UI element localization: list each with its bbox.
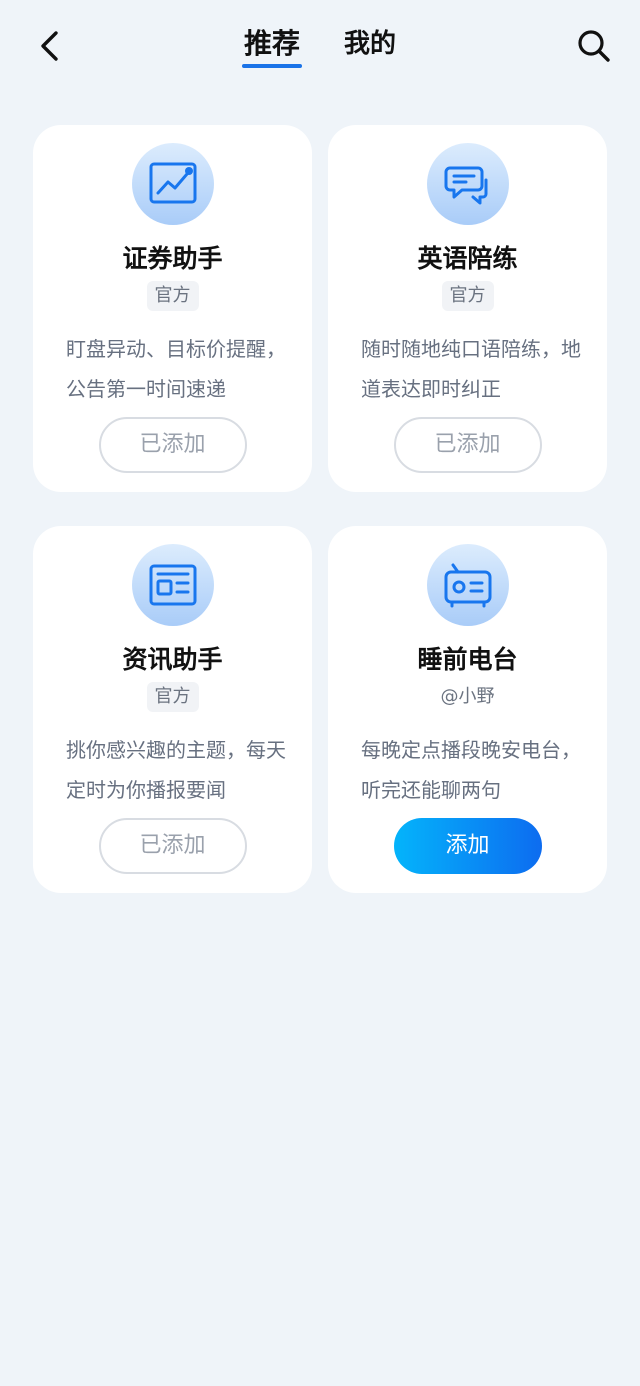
- top-bar: 推荐 我的: [0, 0, 640, 96]
- tab-mine[interactable]: 我的: [342, 24, 398, 64]
- add-button[interactable]: 添加: [393, 818, 542, 874]
- card-description: 挑你感兴趣的主题，每天定时为你播报要闻: [66, 738, 286, 802]
- trend-chart-icon: [131, 143, 214, 225]
- added-button[interactable]: 已添加: [98, 417, 247, 473]
- card-description: 盯盘异动、目标价提醒，公告第一时间速递: [66, 337, 286, 401]
- assistant-card-stock[interactable]: 证券助手 官方 盯盘异动、目标价提醒，公告第一时间速递 已添加: [33, 125, 312, 492]
- author-label: @小野: [440, 686, 495, 707]
- tab-bar: 推荐 我的: [0, 24, 640, 68]
- assistant-card-english[interactable]: 英语陪练 官方 随时随地纯口语陪练，地道表达即时纠正 已添加: [328, 125, 607, 492]
- official-badge: 官方: [441, 281, 494, 311]
- card-description: 每晚定点播段晚安电台，听完还能聊两句: [361, 738, 581, 802]
- added-button[interactable]: 已添加: [393, 417, 542, 473]
- card-title: 睡前电台: [417, 645, 518, 674]
- tab-mine-label: 我的: [344, 29, 397, 59]
- card-title: 英语陪练: [417, 244, 518, 273]
- chat-bubbles-icon: [426, 143, 509, 225]
- card-title: 资讯助手: [122, 645, 223, 674]
- official-badge: 官方: [146, 682, 199, 712]
- search-button[interactable]: [570, 22, 618, 70]
- newspaper-icon: [131, 544, 214, 626]
- active-tab-indicator: [241, 64, 302, 68]
- tab-recommend-label: 推荐: [243, 27, 300, 60]
- tab-recommend[interactable]: 推荐: [241, 24, 302, 68]
- assistant-card-news[interactable]: 资讯助手 官方 挑你感兴趣的主题，每天定时为你播报要闻 已添加: [33, 526, 312, 893]
- added-button[interactable]: 已添加: [98, 818, 247, 874]
- assistant-grid: 证券助手 官方 盯盘异动、目标价提醒，公告第一时间速递 已添加 英语陪练 官方 …: [33, 125, 607, 893]
- card-description: 随时随地纯口语陪练，地道表达即时纠正: [361, 337, 581, 401]
- radio-icon: [426, 544, 509, 626]
- official-badge: 官方: [146, 281, 199, 311]
- search-icon: [578, 30, 610, 62]
- card-title: 证券助手: [122, 244, 223, 273]
- assistant-card-radio[interactable]: 睡前电台 @小野 每晚定点播段晚安电台，听完还能聊两句 添加: [328, 526, 607, 893]
